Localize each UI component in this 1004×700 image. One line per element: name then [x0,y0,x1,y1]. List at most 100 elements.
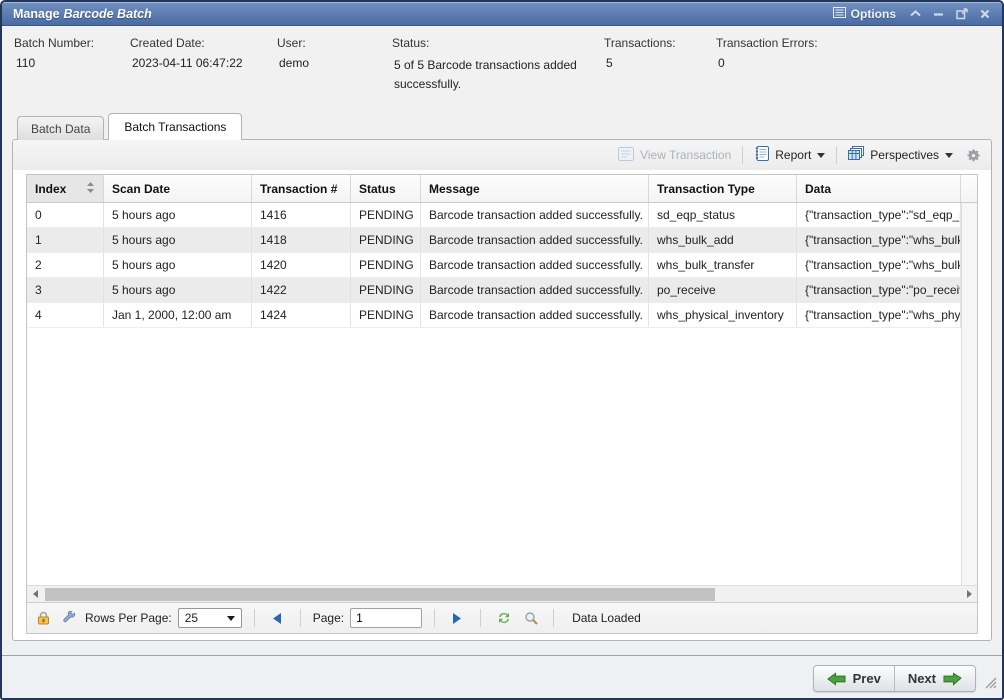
cell-message: Barcode transaction added successfully. [421,303,649,327]
column-header-transaction-type[interactable]: Transaction Type [649,175,797,202]
refresh-button[interactable] [493,611,515,625]
pager-status: Data Loaded [572,611,641,625]
prev-button[interactable]: Prev [814,666,894,691]
resize-grip[interactable] [985,676,997,694]
perspectives-icon [848,146,864,164]
chevron-up-icon [910,10,921,17]
table-row[interactable]: 2 5 hours ago 1420 PENDING Barcode trans… [27,253,961,278]
perspectives-caret-icon [945,153,953,158]
horizontal-scroll-track[interactable] [43,588,961,601]
titlebar[interactable]: ManageBarcode Batch Options [2,2,1002,26]
column-header-transaction-num[interactable]: Transaction # [252,175,351,202]
search-icon [524,611,538,625]
collapse-button[interactable] [910,10,921,17]
grid-body: 0 5 hours ago 1416 PENDING Barcode trans… [27,203,977,585]
cell-transaction-num: 1420 [252,253,351,277]
vertical-scrollbar[interactable] [961,203,977,585]
cell-message: Barcode transaction added successfully. [421,228,649,252]
cell-data: {"transaction_type":"po_receive"," [797,278,961,302]
prev-page-icon [273,613,282,624]
pager-separator [434,609,435,627]
grid-settings-button[interactable] [964,148,983,163]
status-value: 5 of 5 Barcode transactions added succes… [392,56,596,93]
transaction-errors-label: Transaction Errors: [716,36,878,50]
prev-button-label: Prev [853,671,881,686]
prev-page-button[interactable] [267,613,288,624]
report-caret-icon [817,153,825,158]
cell-index: 1 [27,228,104,252]
report-button[interactable]: Report [750,143,829,167]
batch-number-value: 110 [14,56,122,70]
cell-scan-date: 5 hours ago [104,203,252,227]
next-button[interactable]: Next [894,666,975,691]
column-header-index[interactable]: Index [27,175,104,202]
report-icon [754,146,769,164]
next-page-icon [453,613,462,624]
column-header-scan-date[interactable]: Scan Date [104,175,252,202]
cell-status: PENDING [351,278,421,302]
close-icon [980,9,990,19]
cell-transaction-type: sd_eqp_status [649,203,797,227]
prev-next-button-group: Prev Next [813,665,976,692]
options-menu-icon [833,7,846,21]
cell-status: PENDING [351,203,421,227]
tab-strip: Batch Data Batch Transactions [2,110,1002,139]
search-button[interactable] [521,611,541,625]
options-button[interactable]: Options [833,7,896,21]
horizontal-scroll-thumb[interactable] [45,588,715,601]
transaction-errors-value: 0 [716,56,878,70]
page-input[interactable] [350,608,422,628]
transactions-grid: Index Scan Date Transaction # Status Mes… [26,174,978,634]
close-button[interactable] [980,9,990,19]
transactions-value: 5 [604,56,708,70]
cell-status: PENDING [351,253,421,277]
scroll-left-arrow[interactable] [27,590,43,598]
user-value: demo [277,56,384,70]
view-transaction-button[interactable]: View Transaction [614,144,735,167]
column-header-index-label: Index [35,182,66,196]
cell-data: {"transaction_type":"sd_eqp_statu [797,203,961,227]
report-label: Report [775,148,811,162]
column-header-status[interactable]: Status [351,175,421,202]
cell-data: {"transaction_type":"whs_bulk_tran [797,253,961,277]
next-page-button[interactable] [447,613,468,624]
table-row[interactable]: 0 5 hours ago 1416 PENDING Barcode trans… [27,203,961,228]
cell-transaction-num: 1422 [252,278,351,302]
popout-button[interactable] [956,8,968,20]
view-transaction-icon [618,147,634,164]
tab-batch-transactions[interactable]: Batch Transactions [108,113,242,140]
horizontal-scrollbar[interactable] [27,585,977,602]
cell-scan-date: 5 hours ago [104,278,252,302]
scroll-right-arrow[interactable] [961,590,977,598]
gear-icon [966,148,981,163]
column-header-message[interactable]: Message [421,175,649,202]
table-row[interactable]: 4 Jan 1, 2000, 12:00 am 1424 PENDING Bar… [27,303,961,328]
window-footer: Prev Next [2,641,1002,698]
cell-index: 2 [27,253,104,277]
pager-separator [300,609,301,627]
cell-scan-date: Jan 1, 2000, 12:00 am [104,303,252,327]
cell-index: 4 [27,303,104,327]
perspectives-button[interactable]: Perspectives [844,143,957,167]
created-date-field: Created Date: 2023-04-11 06:47:22 [130,36,277,110]
pager-bar: Rows Per Page: 25 Page: [27,602,977,633]
status-label: Status: [392,36,596,50]
window-title: ManageBarcode Batch [13,7,152,21]
table-row[interactable]: 1 5 hours ago 1418 PENDING Barcode trans… [27,228,961,253]
rows-per-page-select[interactable]: 25 [178,608,242,628]
sort-icon[interactable] [86,182,95,196]
cell-scan-date: 5 hours ago [104,253,252,277]
column-header-data[interactable]: Data [797,175,961,202]
page-label: Page: [313,611,344,625]
tab-batch-data[interactable]: Batch Data [17,116,104,140]
cell-index: 0 [27,203,104,227]
table-row[interactable]: 3 5 hours ago 1422 PENDING Barcode trans… [27,278,961,303]
cell-transaction-type: whs_physical_inventory [649,303,797,327]
pager-separator [254,609,255,627]
minimize-button[interactable] [933,10,944,17]
cell-transaction-type: po_receive [649,278,797,302]
cell-scan-date: 5 hours ago [104,228,252,252]
lock-icon[interactable] [34,611,53,625]
wrench-icon[interactable] [59,611,79,625]
transactions-field: Transactions: 5 [604,36,716,110]
